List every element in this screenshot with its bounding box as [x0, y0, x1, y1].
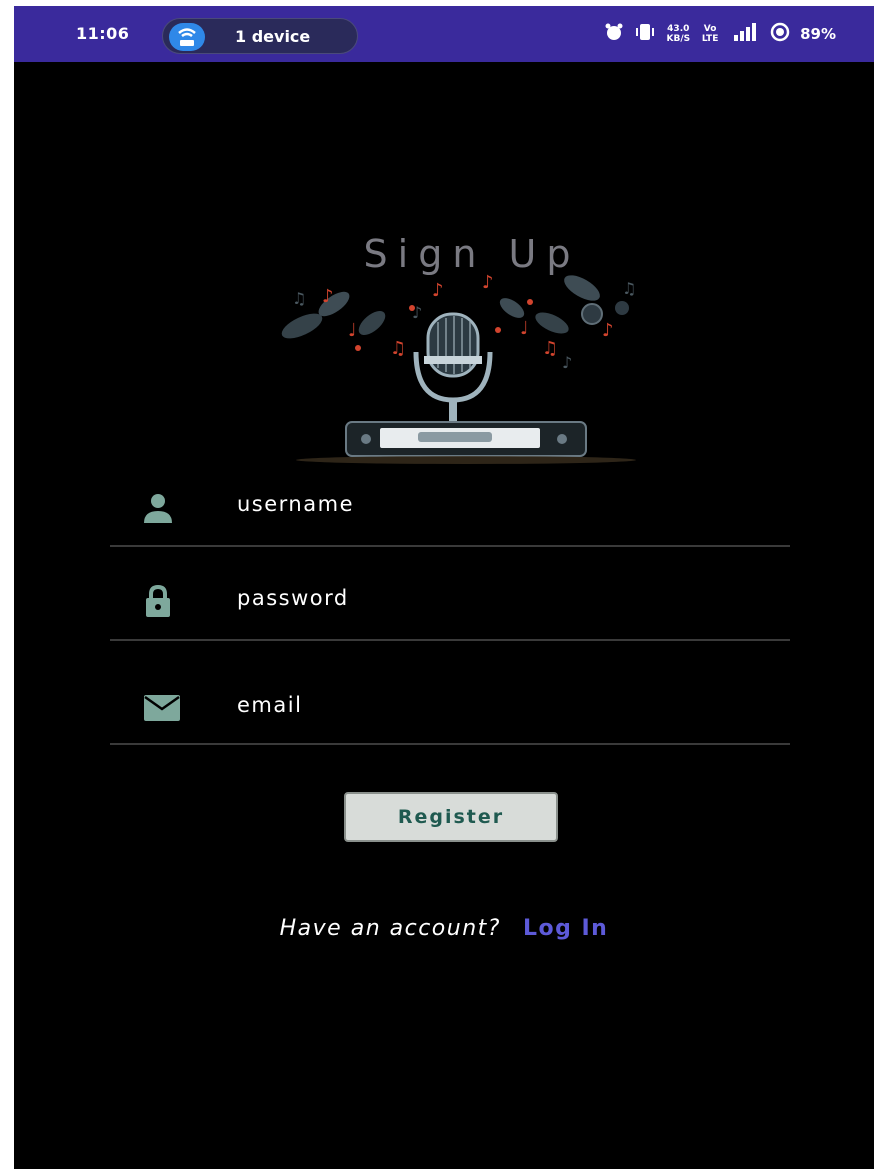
login-link[interactable]: Log In: [523, 916, 608, 941]
svg-text:♩: ♩: [520, 318, 529, 339]
signal-icon: [730, 23, 760, 45]
battery-icon: [770, 22, 790, 46]
email-field[interactable]: email: [110, 651, 790, 745]
device-notification-chip[interactable]: 1 device: [162, 18, 358, 54]
signup-title: Sign Up: [363, 232, 581, 276]
svg-text:♫: ♫: [542, 338, 558, 359]
lock-icon: [144, 584, 172, 621]
network-speed-value: 43.0: [667, 24, 690, 34]
person-icon: [144, 493, 172, 527]
svg-text:♫: ♫: [390, 338, 406, 359]
battery-percent: 89%: [800, 25, 836, 43]
envelope-icon: [144, 695, 180, 725]
app-screen: 11:06 1 device 43.0 KB/S Vo LTE 89% ♪ ♫ …: [14, 6, 874, 1169]
username-placeholder: username: [237, 492, 354, 516]
vibrate-icon: [634, 23, 656, 45]
svg-text:♫: ♫: [622, 279, 636, 298]
svg-text:♪: ♪: [602, 320, 614, 341]
register-button[interactable]: Register: [344, 792, 558, 842]
status-time: 11:06: [76, 24, 130, 43]
hotspot-icon: [169, 23, 205, 51]
signup-logo: ♪ ♫ ♩ ♪ ♫ ♪ ♪ ♩ ♫ ♪ ♫ ♪ Sign Up: [262, 218, 682, 468]
email-placeholder: email: [237, 693, 303, 717]
network-speed: 43.0 KB/S: [666, 24, 690, 44]
svg-text:♪: ♪: [322, 286, 334, 307]
status-icons: 43.0 KB/S Vo LTE 89%: [604, 22, 836, 46]
password-placeholder: password: [237, 586, 349, 610]
network-speed-unit: KB/S: [666, 34, 691, 44]
svg-text:♩: ♩: [348, 320, 357, 341]
alarm-icon: [604, 22, 624, 46]
have-account-text: Have an account?: [279, 916, 501, 941]
username-field[interactable]: username: [110, 453, 790, 547]
svg-text:♪: ♪: [562, 353, 572, 372]
svg-text:♫: ♫: [292, 289, 306, 308]
volte-indicator: Vo LTE: [701, 24, 719, 44]
password-field[interactable]: password: [110, 547, 790, 641]
svg-text:♪: ♪: [432, 280, 444, 301]
login-prompt: Have an account? Log In: [14, 916, 874, 941]
device-count-label: 1 device: [235, 27, 311, 46]
status-bar: 11:06 1 device 43.0 KB/S Vo LTE 89%: [14, 6, 874, 62]
